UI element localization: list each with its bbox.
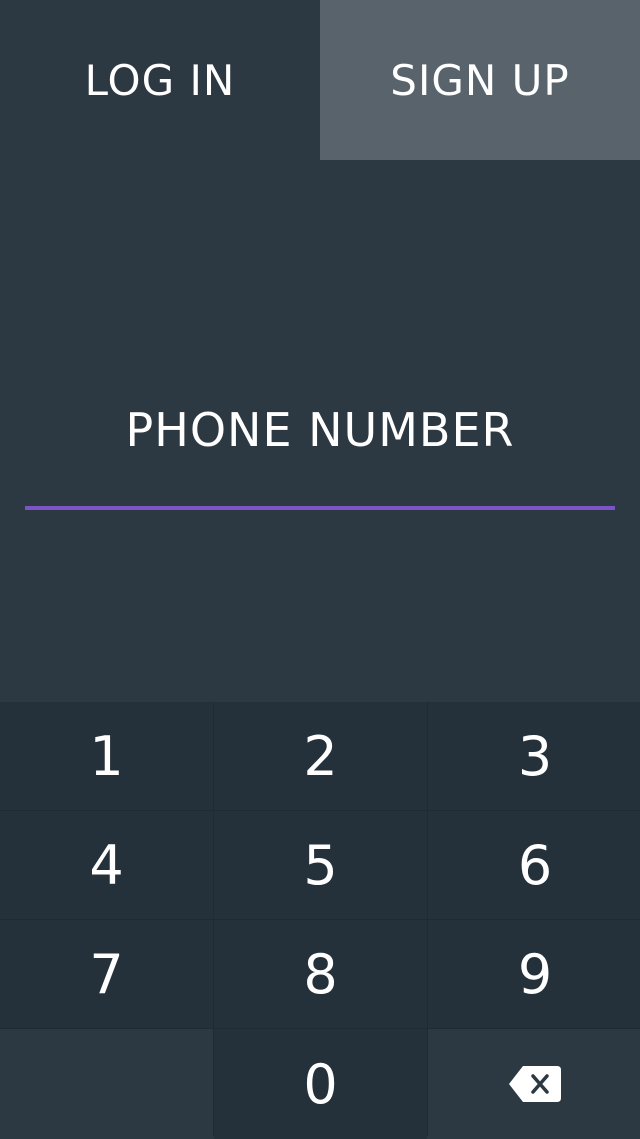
- phone-entry-area: PHONE NUMBER: [0, 160, 640, 702]
- backspace-icon: [507, 1064, 563, 1104]
- key-6[interactable]: 6: [428, 811, 640, 919]
- phone-number-input[interactable]: [25, 472, 615, 508]
- key-7[interactable]: 7: [0, 920, 213, 1028]
- key-1[interactable]: 1: [0, 702, 213, 810]
- phone-input-underline: [25, 506, 615, 510]
- backspace-button[interactable]: [428, 1029, 640, 1139]
- key-8[interactable]: 8: [214, 920, 427, 1028]
- phone-number-label: PHONE NUMBER: [125, 403, 515, 457]
- tab-signup[interactable]: SIGN UP: [320, 0, 640, 160]
- key-5[interactable]: 5: [214, 811, 427, 919]
- tab-login[interactable]: LOG IN: [0, 0, 320, 160]
- key-0[interactable]: 0: [214, 1029, 427, 1139]
- key-9[interactable]: 9: [428, 920, 640, 1028]
- key-blank: [0, 1029, 213, 1139]
- key-4[interactable]: 4: [0, 811, 213, 919]
- key-2[interactable]: 2: [214, 702, 427, 810]
- key-3[interactable]: 3: [428, 702, 640, 810]
- numeric-keypad: 1 2 3 4 5 6 7 8 9 0: [0, 702, 640, 1139]
- auth-tabs: LOG IN SIGN UP: [0, 0, 640, 160]
